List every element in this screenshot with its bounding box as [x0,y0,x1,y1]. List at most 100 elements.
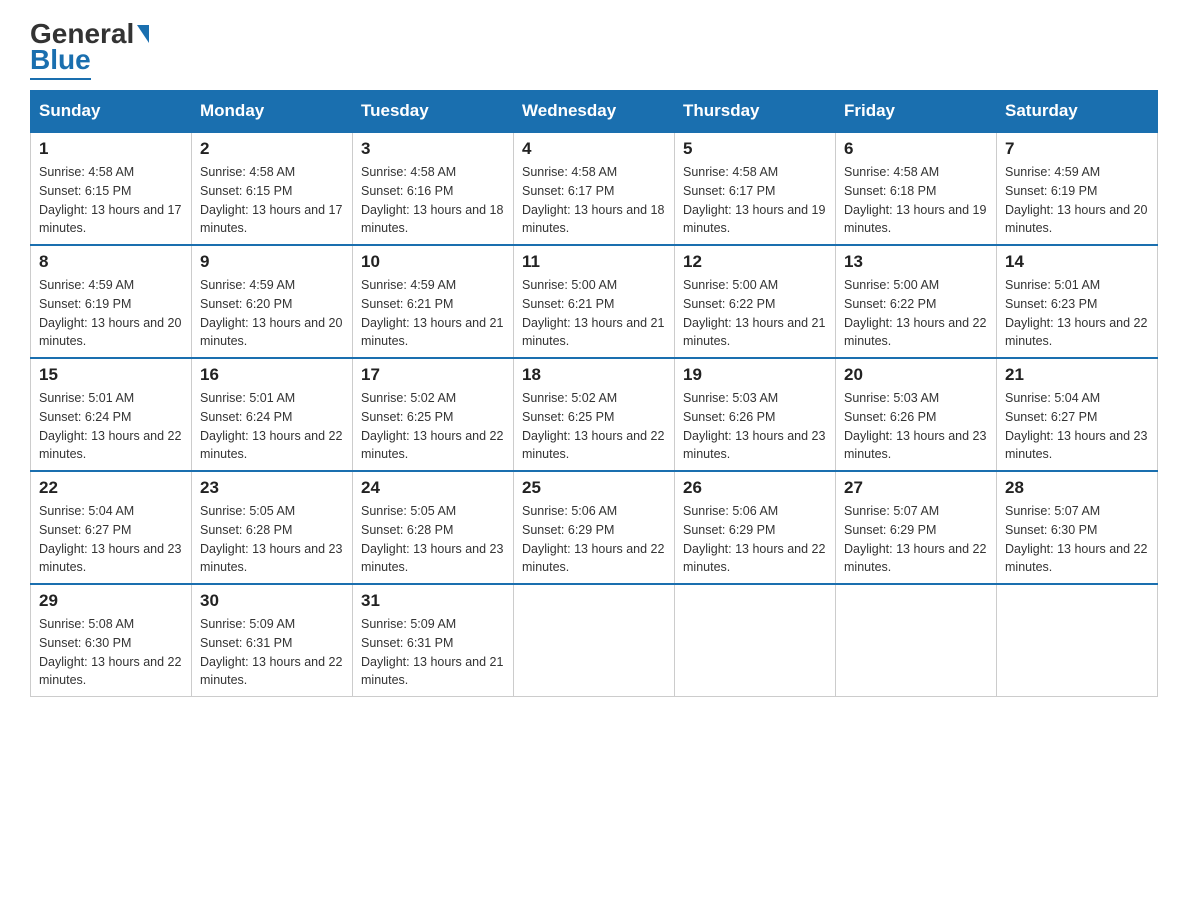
calendar-cell: 16 Sunrise: 5:01 AMSunset: 6:24 PMDayligh… [192,358,353,471]
calendar-cell: 12 Sunrise: 5:00 AMSunset: 6:22 PMDayligh… [675,245,836,358]
day-info: Sunrise: 5:09 AMSunset: 6:31 PMDaylight:… [361,615,505,690]
day-number: 28 [1005,478,1149,498]
calendar-cell: 9 Sunrise: 4:59 AMSunset: 6:20 PMDaylight… [192,245,353,358]
calendar-header-wednesday: Wednesday [514,91,675,133]
calendar-cell: 27 Sunrise: 5:07 AMSunset: 6:29 PMDayligh… [836,471,997,584]
day-info: Sunrise: 4:58 AMSunset: 6:18 PMDaylight:… [844,163,988,238]
calendar-cell: 8 Sunrise: 4:59 AMSunset: 6:19 PMDaylight… [31,245,192,358]
calendar-cell: 11 Sunrise: 5:00 AMSunset: 6:21 PMDayligh… [514,245,675,358]
calendar-cell: 29 Sunrise: 5:08 AMSunset: 6:30 PMDayligh… [31,584,192,697]
calendar-cell: 6 Sunrise: 4:58 AMSunset: 6:18 PMDaylight… [836,132,997,245]
calendar-cell: 10Sunrise: 4:59 AMSunset: 6:21 PMDayligh… [353,245,514,358]
day-info: Sunrise: 5:06 AMSunset: 6:29 PMDaylight:… [683,502,827,577]
calendar-cell: 17 Sunrise: 5:02 AMSunset: 6:25 PMDayligh… [353,358,514,471]
calendar-cell: 2 Sunrise: 4:58 AMSunset: 6:15 PMDaylight… [192,132,353,245]
day-number: 27 [844,478,988,498]
day-number: 25 [522,478,666,498]
day-info: Sunrise: 5:08 AMSunset: 6:30 PMDaylight:… [39,615,183,690]
calendar-week-row: 22Sunrise: 5:04 AMSunset: 6:27 PMDayligh… [31,471,1158,584]
day-info: Sunrise: 5:07 AMSunset: 6:29 PMDaylight:… [844,502,988,577]
day-number: 6 [844,139,988,159]
day-number: 13 [844,252,988,272]
calendar-cell: 15 Sunrise: 5:01 AMSunset: 6:24 PMDayligh… [31,358,192,471]
calendar-cell: 30 Sunrise: 5:09 AMSunset: 6:31 PMDayligh… [192,584,353,697]
day-number: 20 [844,365,988,385]
calendar-cell: 14 Sunrise: 5:01 AMSunset: 6:23 PMDayligh… [997,245,1158,358]
calendar-cell: 31 Sunrise: 5:09 AMSunset: 6:31 PMDayligh… [353,584,514,697]
day-info: Sunrise: 4:58 AMSunset: 6:15 PMDaylight:… [200,163,344,238]
day-number: 15 [39,365,183,385]
day-number: 12 [683,252,827,272]
day-number: 14 [1005,252,1149,272]
calendar-cell: 24Sunrise: 5:05 AMSunset: 6:28 PMDayligh… [353,471,514,584]
day-info: Sunrise: 5:04 AMSunset: 6:27 PMDaylight:… [39,502,183,577]
calendar-cell: 21 Sunrise: 5:04 AMSunset: 6:27 PMDayligh… [997,358,1158,471]
day-info: Sunrise: 5:01 AMSunset: 6:24 PMDaylight:… [200,389,344,464]
day-info: Sunrise: 5:06 AMSunset: 6:29 PMDaylight:… [522,502,666,577]
calendar-week-row: 15 Sunrise: 5:01 AMSunset: 6:24 PMDayligh… [31,358,1158,471]
day-number: 7 [1005,139,1149,159]
calendar-table: SundayMondayTuesdayWednesdayThursdayFrid… [30,90,1158,697]
calendar-cell: 19 Sunrise: 5:03 AMSunset: 6:26 PMDayligh… [675,358,836,471]
day-info: Sunrise: 5:07 AMSunset: 6:30 PMDaylight:… [1005,502,1149,577]
day-info: Sunrise: 5:00 AMSunset: 6:22 PMDaylight:… [844,276,988,351]
calendar-header-row: SundayMondayTuesdayWednesdayThursdayFrid… [31,91,1158,133]
day-info: Sunrise: 4:58 AMSunset: 6:16 PMDaylight:… [361,163,505,238]
calendar-cell: 25 Sunrise: 5:06 AMSunset: 6:29 PMDayligh… [514,471,675,584]
calendar-cell: 1Sunrise: 4:58 AMSunset: 6:15 PMDaylight… [31,132,192,245]
day-number: 9 [200,252,344,272]
calendar-cell: 7Sunrise: 4:59 AMSunset: 6:19 PMDaylight… [997,132,1158,245]
calendar-cell: 4 Sunrise: 4:58 AMSunset: 6:17 PMDaylight… [514,132,675,245]
calendar-cell: 13 Sunrise: 5:00 AMSunset: 6:22 PMDayligh… [836,245,997,358]
calendar-header-tuesday: Tuesday [353,91,514,133]
calendar-cell: 18 Sunrise: 5:02 AMSunset: 6:25 PMDayligh… [514,358,675,471]
day-info: Sunrise: 5:05 AMSunset: 6:28 PMDaylight:… [200,502,344,577]
day-number: 23 [200,478,344,498]
calendar-header-monday: Monday [192,91,353,133]
day-info: Sunrise: 5:04 AMSunset: 6:27 PMDaylight:… [1005,389,1149,464]
logo-text-blue: Blue [30,44,91,80]
calendar-cell [514,584,675,697]
day-number: 16 [200,365,344,385]
day-info: Sunrise: 5:00 AMSunset: 6:22 PMDaylight:… [683,276,827,351]
day-number: 2 [200,139,344,159]
day-info: Sunrise: 5:02 AMSunset: 6:25 PMDaylight:… [361,389,505,464]
calendar-cell [675,584,836,697]
calendar-cell: 23 Sunrise: 5:05 AMSunset: 6:28 PMDayligh… [192,471,353,584]
day-info: Sunrise: 4:59 AMSunset: 6:20 PMDaylight:… [200,276,344,351]
calendar-header-friday: Friday [836,91,997,133]
calendar-week-row: 29 Sunrise: 5:08 AMSunset: 6:30 PMDayligh… [31,584,1158,697]
logo-arrow-icon [137,25,149,43]
day-number: 31 [361,591,505,611]
day-info: Sunrise: 5:00 AMSunset: 6:21 PMDaylight:… [522,276,666,351]
calendar-week-row: 8 Sunrise: 4:59 AMSunset: 6:19 PMDaylight… [31,245,1158,358]
day-info: Sunrise: 4:58 AMSunset: 6:17 PMDaylight:… [522,163,666,238]
day-number: 21 [1005,365,1149,385]
day-info: Sunrise: 5:02 AMSunset: 6:25 PMDaylight:… [522,389,666,464]
day-number: 5 [683,139,827,159]
day-number: 17 [361,365,505,385]
day-number: 19 [683,365,827,385]
page-header: General Blue [30,20,1158,80]
day-number: 18 [522,365,666,385]
calendar-header-sunday: Sunday [31,91,192,133]
calendar-header-saturday: Saturday [997,91,1158,133]
calendar-cell [836,584,997,697]
day-number: 30 [200,591,344,611]
day-info: Sunrise: 4:58 AMSunset: 6:15 PMDaylight:… [39,163,183,238]
day-info: Sunrise: 4:59 AMSunset: 6:19 PMDaylight:… [39,276,183,351]
day-info: Sunrise: 5:01 AMSunset: 6:23 PMDaylight:… [1005,276,1149,351]
calendar-cell: 26Sunrise: 5:06 AMSunset: 6:29 PMDayligh… [675,471,836,584]
day-info: Sunrise: 5:01 AMSunset: 6:24 PMDaylight:… [39,389,183,464]
calendar-header-thursday: Thursday [675,91,836,133]
day-number: 8 [39,252,183,272]
day-number: 4 [522,139,666,159]
day-info: Sunrise: 4:59 AMSunset: 6:21 PMDaylight:… [361,276,505,351]
day-number: 11 [522,252,666,272]
day-info: Sunrise: 4:58 AMSunset: 6:17 PMDaylight:… [683,163,827,238]
day-info: Sunrise: 5:05 AMSunset: 6:28 PMDaylight:… [361,502,505,577]
day-number: 29 [39,591,183,611]
logo: General Blue [30,20,149,80]
day-info: Sunrise: 5:03 AMSunset: 6:26 PMDaylight:… [683,389,827,464]
day-info: Sunrise: 5:09 AMSunset: 6:31 PMDaylight:… [200,615,344,690]
